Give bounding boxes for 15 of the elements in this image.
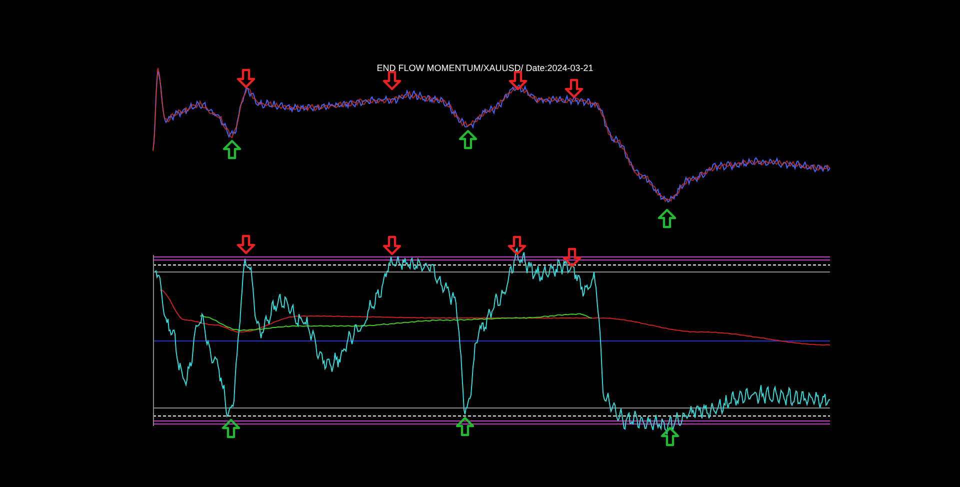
down-arrow-icon (236, 234, 256, 254)
chart-title: END FLOW MOMENTUM/XAUUSD/ Date:2024-03-21 (376, 63, 594, 73)
down-arrow-icon (508, 236, 526, 256)
up-arrow-icon (458, 130, 478, 150)
down-arrow-icon (564, 78, 584, 98)
down-arrow-icon (236, 68, 256, 88)
up-arrow-icon (222, 418, 240, 438)
up-arrow-icon (658, 208, 676, 228)
down-arrow-icon (382, 70, 402, 90)
up-arrow-icon (456, 416, 474, 436)
down-arrow-icon (508, 70, 528, 90)
down-arrow-icon (382, 236, 402, 256)
up-arrow-icon (660, 426, 680, 446)
up-arrow-icon (222, 140, 242, 160)
down-arrow-icon (562, 248, 582, 268)
